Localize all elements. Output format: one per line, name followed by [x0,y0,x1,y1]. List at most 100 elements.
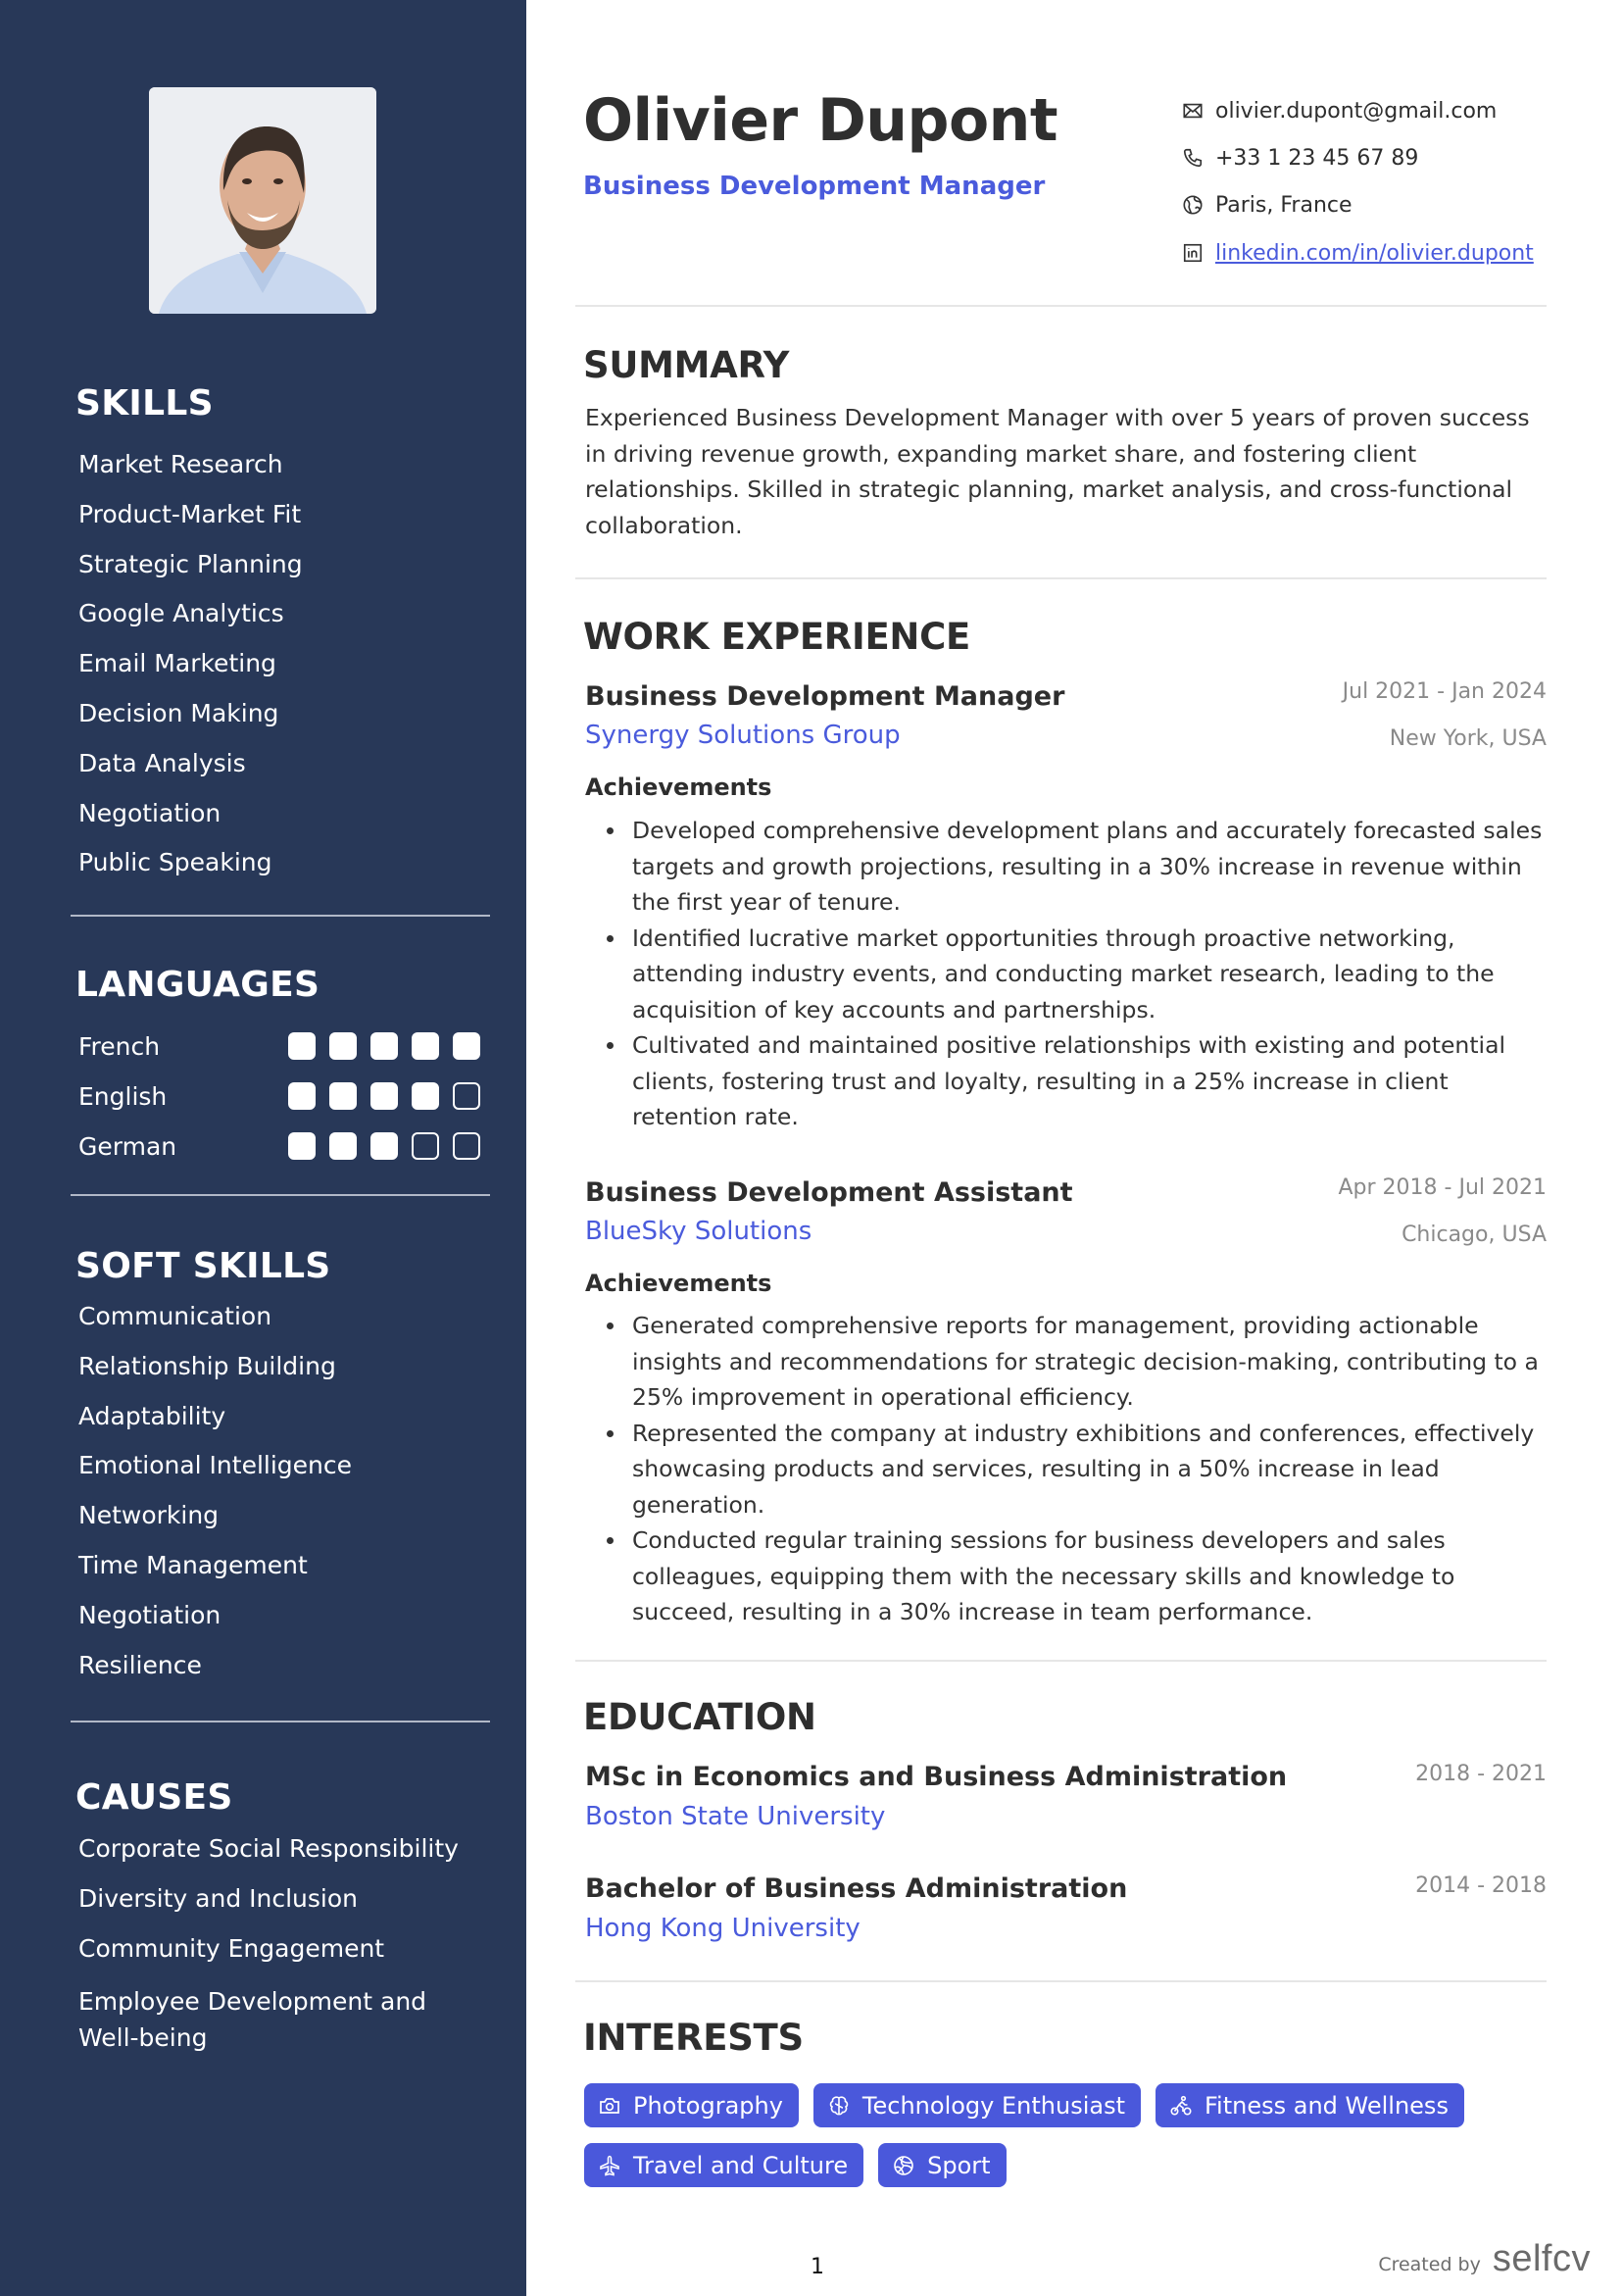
interest-chip: Travel and Culture [584,2143,864,2187]
job-company: Synergy Solutions Group [585,721,901,750]
job-dates: Jul 2021 - Jan 2024 [1342,679,1547,704]
camera-icon [598,2094,621,2118]
languages-heading: LANGUAGES [75,965,320,1005]
school-name: Boston State University [585,1802,886,1831]
section-divider [575,577,1547,579]
interests-heading: INTERESTS [583,2017,804,2059]
job-location: New York, USA [1389,726,1547,751]
linkedin-link[interactable]: linkedin.com/in/olivier.dupont [1215,241,1534,266]
location-text: Paris, France [1215,192,1352,218]
level-dot-filled [288,1132,316,1160]
brain-icon [827,2094,851,2118]
interest-chip: Photography [584,2083,799,2127]
soft-skill-item: Relationship Building [78,1351,336,1380]
level-dot-filled [370,1132,398,1160]
skill-item: Product-Market Fit [78,499,302,528]
work-experience-heading: WORK EXPERIENCE [583,616,970,658]
level-dot-filled [288,1082,316,1110]
contact-location: Paris, France [1181,190,1352,220]
degree-title: MSc in Economics and Business Administra… [585,1762,1288,1792]
selfcv-logo[interactable]: selfcv [1493,2238,1591,2280]
interests-list: Photography Technology Enthusiast Fitnes… [584,2083,1554,2187]
phone-icon [1181,146,1205,170]
soft-skill-item: Time Management [78,1550,308,1579]
email-text: olivier.dupont@gmail.com [1215,98,1498,124]
soft-skill-item: Adaptability [78,1401,226,1430]
level-dot-empty [453,1132,480,1160]
interest-chip: Fitness and Wellness [1156,2083,1464,2127]
education-dates: 2014 - 2018 [1415,1873,1547,1898]
summary-heading: SUMMARY [583,344,790,386]
level-dot-filled [453,1032,480,1060]
job-dates: Apr 2018 - Jul 2021 [1338,1175,1548,1200]
soft-skills-heading: SOFT SKILLS [75,1246,331,1286]
language-row: English [78,1081,490,1111]
main-content: Olivier Dupont Business Development Mana… [526,0,1623,2296]
contact-linkedin[interactable]: linkedin.com/in/olivier.dupont [1181,238,1534,268]
interest-label: Sport [927,2151,991,2179]
cause-item: Diversity and Inclusion [78,1883,359,1913]
achievement-item: Developed comprehensive development plan… [607,813,1549,921]
profile-photo [149,87,376,314]
mail-icon [1181,99,1205,123]
level-dot-filled [329,1132,357,1160]
achievements-subheading: Achievements [585,1270,772,1297]
interest-chip: Sport [878,2143,1007,2187]
cause-item: Community Engagement [78,1933,385,1963]
level-dot-filled [288,1032,316,1060]
level-dot-empty [453,1082,480,1110]
skills-list: Market Research Product-Market Fit Strat… [78,450,303,898]
section-divider [575,305,1547,307]
interest-label: Fitness and Wellness [1205,2091,1449,2120]
summary-text: Experienced Business Development Manager… [585,404,1530,539]
linkedin-icon [1181,241,1205,265]
causes-heading: CAUSES [75,1777,233,1818]
soft-skill-item: Resilience [78,1650,202,1679]
skill-item: Strategic Planning [78,549,303,578]
achievement-item: Identified lucrative market opportunitie… [607,921,1549,1028]
achievements-list: Generated comprehensive reports for mana… [607,1308,1549,1630]
achievement-item: Generated comprehensive reports for mana… [607,1308,1549,1416]
soft-skills-list: Communication Relationship Building Adap… [78,1302,352,1700]
interest-label: Travel and Culture [633,2151,849,2179]
sidebar-divider [71,1721,490,1722]
level-dot-filled [329,1082,357,1110]
page-number: 1 [811,2255,824,2279]
skills-heading: SKILLS [75,383,214,424]
job-title: Business Development Manager [583,172,1046,201]
achievement-item: Cultivated and maintained positive relat… [607,1027,1549,1135]
skill-item: Market Research [78,450,283,478]
soft-skill-item: Emotional Intelligence [78,1451,353,1480]
education-heading: EDUCATION [583,1696,816,1738]
job-role: Business Development Manager [585,681,1065,712]
language-name: French [78,1031,161,1061]
language-row: French [78,1031,490,1061]
level-dot-filled [412,1032,439,1060]
language-name: English [78,1081,168,1111]
interest-label: Photography [633,2091,783,2120]
soft-skill-item: Communication [78,1302,272,1330]
section-divider [575,1980,1547,1982]
sidebar-divider [71,915,490,917]
level-dot-empty [412,1132,439,1160]
education-dates: 2018 - 2021 [1415,1762,1547,1786]
language-name: German [78,1131,177,1161]
cause-item: Employee Development and Well-being [78,1987,427,2053]
job-location: Chicago, USA [1402,1223,1547,1247]
portrait-illustration [149,87,376,314]
interest-label: Technology Enthusiast [861,2091,1125,2120]
phone-text: +33 1 23 45 67 89 [1215,145,1419,171]
contact-email[interactable]: olivier.dupont@gmail.com [1181,96,1497,125]
full-name: Olivier Dupont [583,86,1058,155]
sidebar-divider [71,1194,490,1196]
causes-list: Corporate Social Responsibility Diversit… [78,1834,470,2056]
job-company: BlueSky Solutions [585,1217,812,1246]
contact-phone[interactable]: +33 1 23 45 67 89 [1181,143,1418,173]
interest-chip: Technology Enthusiast [812,2083,1141,2127]
skill-item: Data Analysis [78,748,246,777]
language-level-rating [288,1082,480,1110]
sidebar: SKILLS Market Research Product-Market Fi… [0,0,526,2296]
soft-skill-item: Negotiation [78,1600,221,1629]
level-dot-filled [412,1082,439,1110]
skill-item: Negotiation [78,798,221,827]
